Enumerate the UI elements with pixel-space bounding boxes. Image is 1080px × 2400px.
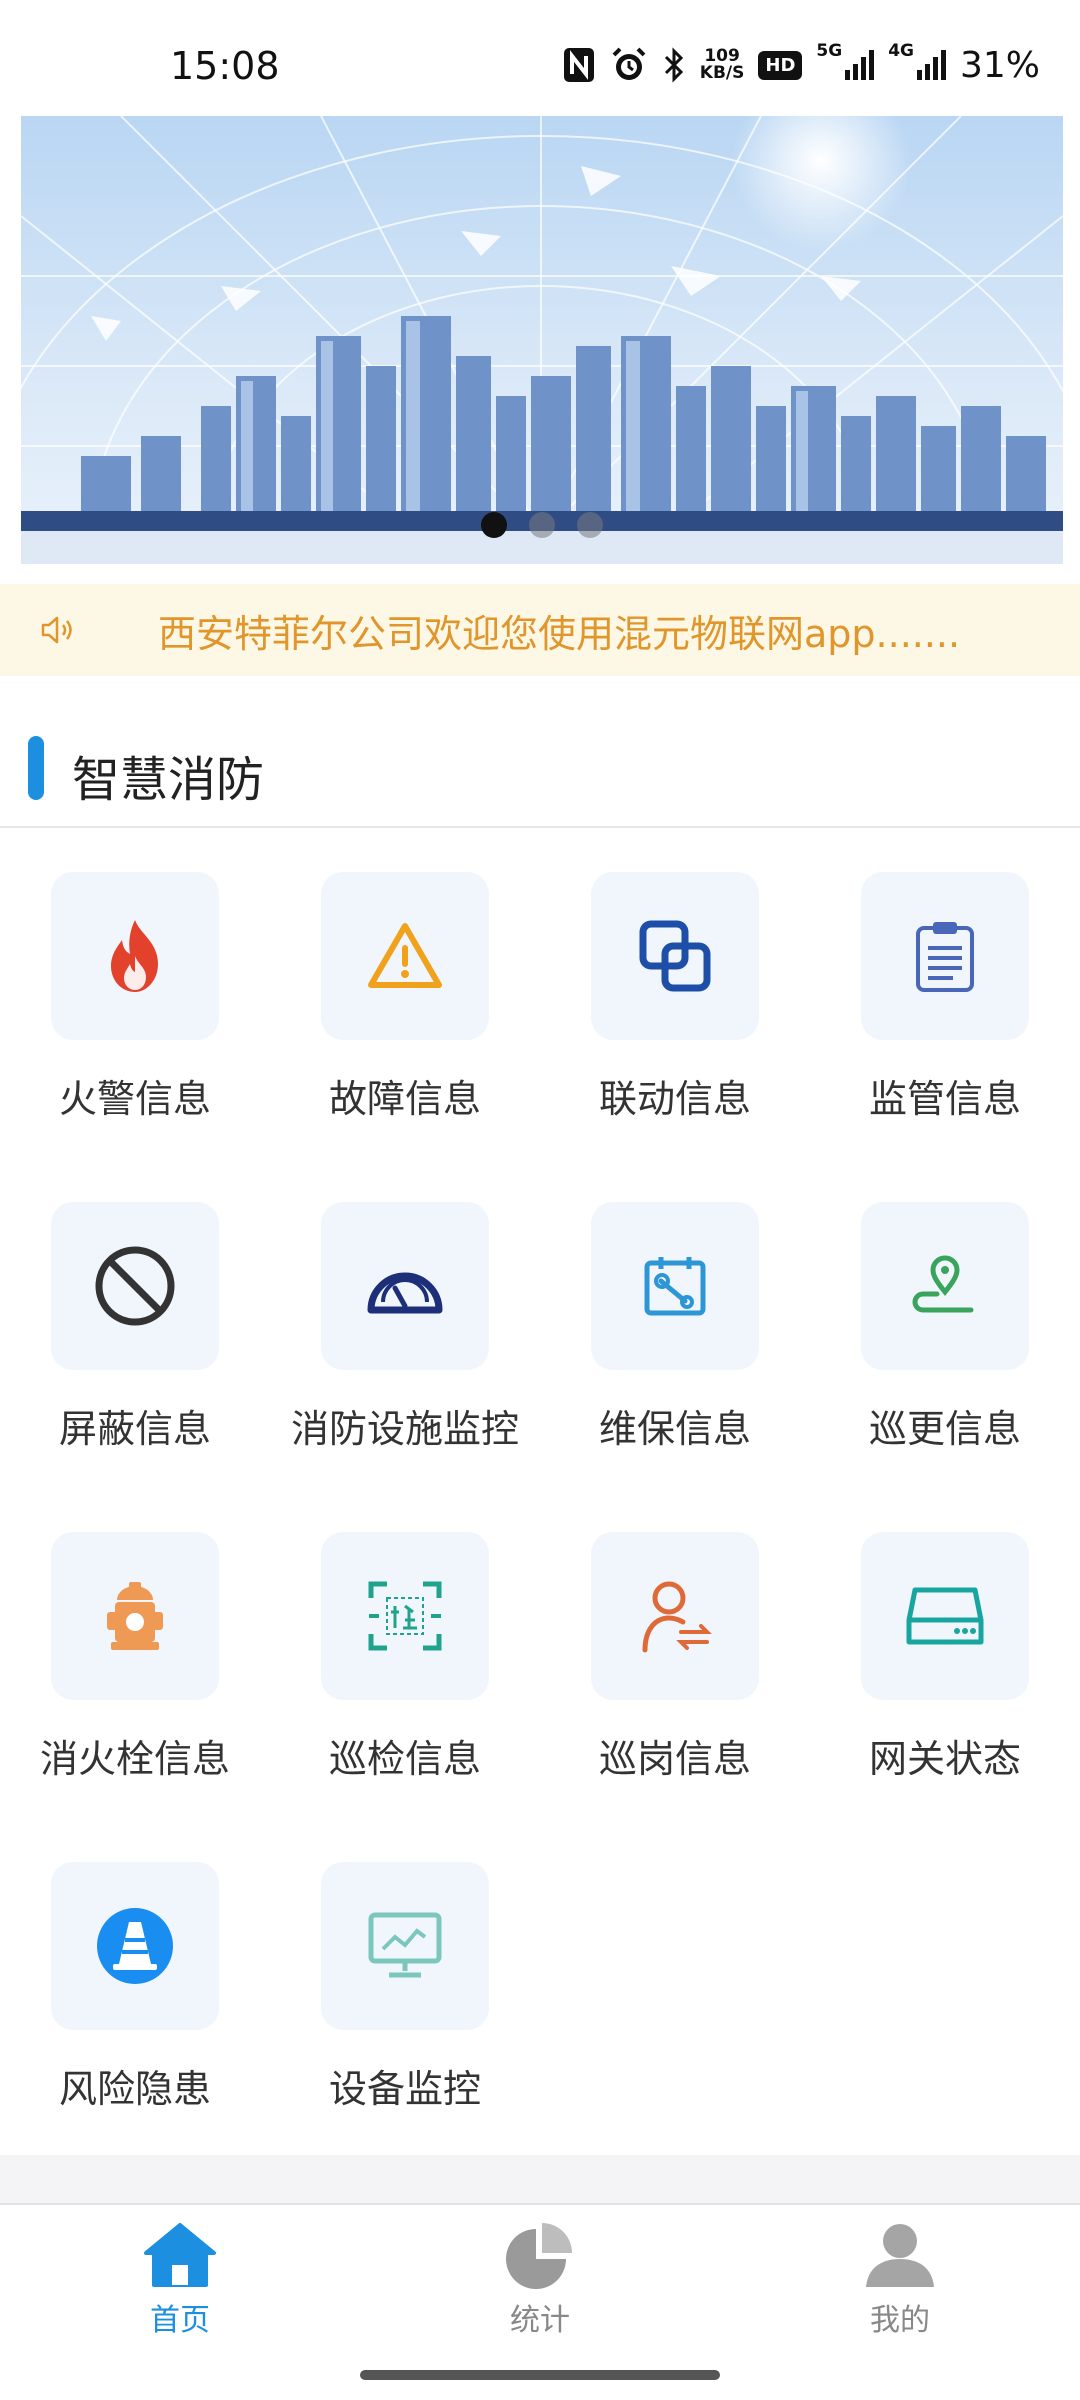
menu-item-linkage[interactable]: 联动信息 (540, 830, 810, 1160)
hd-label: HD (758, 50, 803, 80)
tile-icon-box (321, 1532, 489, 1700)
notice-text: 西安特菲尔公司欢迎您使用混元物联网app....... (158, 611, 961, 656)
menu-item-label: 屏蔽信息 (58, 1407, 211, 1451)
home-icon (144, 2223, 216, 2287)
net-speed-unit: KB/S (699, 63, 745, 83)
menu-item-hydrant[interactable]: 消火栓信息 (0, 1490, 270, 1820)
menu-item-fault[interactable]: 故障信息 (270, 830, 540, 1160)
tile-icon-box (321, 872, 489, 1040)
signal-5g-icon: 5G (816, 41, 875, 87)
section-accent-bar (28, 736, 44, 800)
tile-icon-box (861, 1532, 1029, 1700)
user-icon (866, 2224, 934, 2287)
tile-icon-box (861, 1202, 1029, 1370)
tile-icon-box (51, 1202, 219, 1370)
hd-icon: HD (758, 43, 803, 87)
menu-item-label: 风险隐患 (58, 2067, 211, 2111)
tile-icon-box (591, 872, 759, 1040)
signal-4g-label: 4G (888, 41, 914, 61)
tile-icon-box (591, 1202, 759, 1370)
menu-item-label: 故障信息 (328, 1077, 481, 1121)
signal-5g-label: 5G (816, 41, 843, 61)
signal-4g-icon: 4G (888, 43, 946, 87)
menu-item-label: 维保信息 (598, 1407, 751, 1451)
inspect-scan-icon (368, 1581, 442, 1651)
menu-item-shield[interactable]: 屏蔽信息 (0, 1160, 270, 1490)
menu-item-gateway[interactable]: 网关状态 (810, 1490, 1080, 1820)
menu-item-label: 巡更信息 (868, 1407, 1021, 1451)
section-title: 智慧消防 (72, 752, 265, 808)
bluetooth-icon (662, 43, 686, 87)
person-switch-icon (642, 1581, 712, 1653)
tab-label: 首页 (150, 2303, 210, 2338)
menu-item-label: 联动信息 (598, 1077, 751, 1121)
menu-item-label: 消防设施监控 (290, 1407, 519, 1451)
carousel-dot[interactable] (481, 512, 507, 538)
location-route-icon (912, 1255, 974, 1313)
network-speed-icon: 109 KB/S (700, 43, 745, 87)
tile-icon-box (321, 1202, 489, 1370)
banner-carousel[interactable] (21, 116, 1063, 564)
status-bar: 15:08 109 KB/S HD 5G 4G 31% (0, 0, 1080, 115)
menu-item-label: 巡岗信息 (598, 1737, 751, 1781)
monitor-chart-icon (368, 1912, 442, 1978)
tile-icon-box (51, 1862, 219, 2030)
tile-icon-box (861, 872, 1029, 1040)
menu-item-inspection[interactable]: 巡检信息 (270, 1490, 540, 1820)
maintenance-icon (644, 1257, 706, 1316)
status-icons: 109 KB/S HD 5G 4G 31% (562, 40, 1040, 90)
hydrant-icon (107, 1582, 163, 1650)
nfc-icon (562, 43, 596, 87)
pie-chart-icon (506, 2223, 572, 2289)
status-time: 15:08 (170, 44, 280, 88)
block-icon (95, 1246, 175, 1326)
menu-item-risk[interactable]: 风险隐患 (0, 1820, 270, 2150)
carousel-dot[interactable] (529, 512, 555, 538)
menu-item-label: 消火栓信息 (39, 1737, 230, 1781)
banner-image (21, 116, 1063, 564)
menu-item-label: 设备监控 (328, 2067, 481, 2111)
menu-item-device-monitor[interactable]: 设备监控 (270, 1820, 540, 2150)
carousel-indicators (21, 512, 1063, 538)
function-grid: 火警信息 故障信息 联动信息 监管信息 屏蔽信息 消防设施监控 维保信息 巡更信… (0, 830, 1080, 2155)
menu-item-label: 监管信息 (868, 1077, 1021, 1121)
gateway-icon (906, 1587, 984, 1645)
tab-home[interactable]: 首页 (80, 2219, 280, 2349)
tab-statistics[interactable]: 统计 (440, 2219, 640, 2349)
carousel-dot[interactable] (577, 512, 603, 538)
tab-label: 统计 (510, 2303, 570, 2338)
tile-icon-box (51, 872, 219, 1040)
fire-icon (111, 920, 158, 992)
tab-profile[interactable]: 我的 (800, 2219, 1000, 2349)
warning-icon (368, 923, 442, 988)
battery-percent: 31% (959, 44, 1040, 86)
menu-item-label: 火警信息 (58, 1077, 211, 1121)
menu-item-post-patrol[interactable]: 巡岗信息 (540, 1490, 810, 1820)
menu-item-facility-monitor[interactable]: 消防设施监控 (270, 1160, 540, 1490)
tab-label: 我的 (870, 2303, 930, 2338)
content-divider (0, 2155, 1080, 2203)
alarm-icon (610, 43, 648, 87)
tile-icon-box (591, 1532, 759, 1700)
menu-item-maintenance[interactable]: 维保信息 (540, 1160, 810, 1490)
menu-item-label: 网关状态 (868, 1737, 1021, 1781)
section-header: 智慧消防 (0, 718, 1080, 828)
menu-item-fire-alarm[interactable]: 火警信息 (0, 830, 270, 1160)
clipboard-icon (916, 922, 974, 992)
link-icon (639, 920, 711, 992)
menu-item-label: 巡检信息 (328, 1737, 481, 1781)
tile-icon-box (51, 1532, 219, 1700)
speaker-icon (41, 616, 72, 644)
traffic-cone-icon (97, 1908, 173, 1984)
menu-item-supervision[interactable]: 监管信息 (810, 830, 1080, 1160)
gauge-icon (367, 1272, 443, 1314)
menu-item-patrol[interactable]: 巡更信息 (810, 1160, 1080, 1490)
tile-icon-box (321, 1862, 489, 2030)
notice-bar[interactable]: 西安特菲尔公司欢迎您使用混元物联网app....... (0, 584, 1080, 676)
home-indicator[interactable] (360, 2370, 720, 2380)
